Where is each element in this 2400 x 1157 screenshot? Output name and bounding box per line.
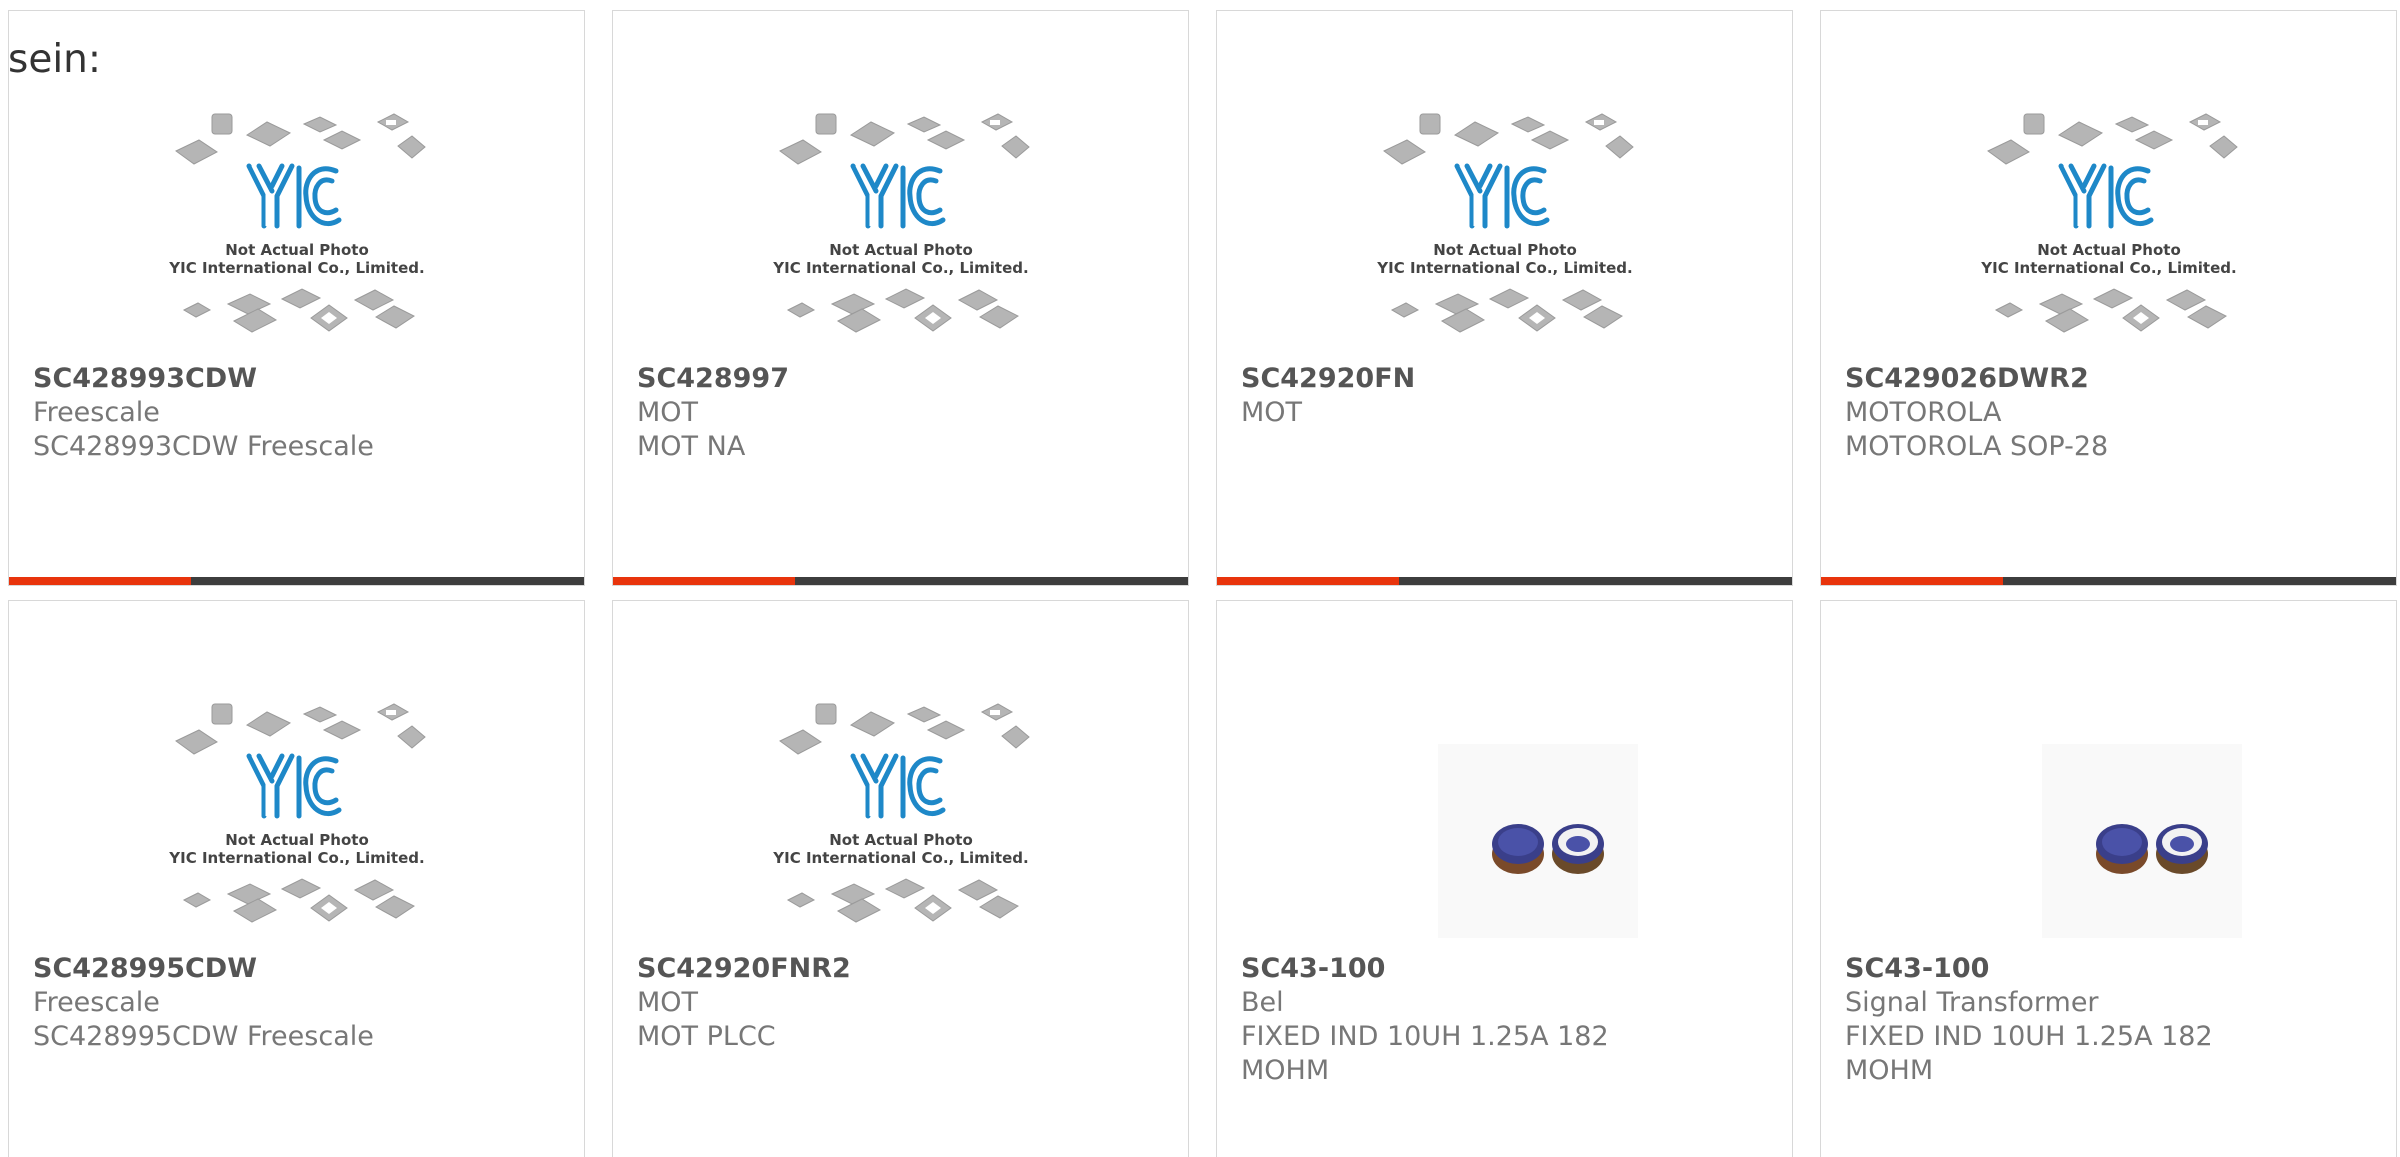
manufacturer: MOT — [1241, 397, 1303, 428]
placeholder-line2: YIC International Co., Limited. — [772, 259, 1028, 277]
placeholder-line1: Not Actual Photo — [1433, 241, 1577, 259]
placeholder-line2: YIC International Co., Limited. — [168, 259, 424, 277]
placeholder-line2: YIC International Co., Limited. — [1980, 259, 2236, 277]
product-card[interactable]: SC43-100 Bel FIXED IND 10UH 1.25A 182 MOHM — [1216, 600, 1793, 1157]
manufacturer: Bel — [1241, 987, 1284, 1018]
part-number[interactable]: SC43-100 — [1241, 952, 1772, 986]
card-accent-bar — [613, 577, 795, 585]
part-number[interactable]: SC43-100 — [1845, 952, 2376, 986]
product-description: SC428993CDW Freescale — [33, 431, 374, 462]
product-description: FIXED IND 10UH 1.25A 182 MOHM — [1845, 1021, 2213, 1086]
placeholder-image: Not Actual Photo YIC International Co., … — [1376, 113, 1634, 333]
product-thumbnail[interactable]: Not Actual Photo YIC International Co., … — [768, 686, 1034, 938]
product-info: SC429026DWR2 MOTOROLA MOTOROLA SOP-28 — [1845, 362, 2376, 464]
card-accent-bar — [9, 577, 191, 585]
placeholder-line1: Not Actual Photo — [225, 831, 369, 849]
placeholder-line1: Not Actual Photo — [2037, 241, 2181, 259]
card-bottom-bar — [1821, 577, 2396, 585]
placeholder-line1: Not Actual Photo — [829, 831, 973, 849]
product-description: MOTOROLA SOP-28 — [1845, 431, 2109, 462]
placeholder-line2: YIC International Co., Limited. — [168, 849, 424, 867]
product-thumbnail[interactable]: Not Actual Photo YIC International Co., … — [164, 96, 430, 348]
part-number[interactable]: SC42920FN — [1241, 362, 1772, 396]
placeholder-line2: YIC International Co., Limited. — [1376, 259, 1632, 277]
manufacturer: Freescale — [33, 397, 160, 428]
placeholder-line1: Not Actual Photo — [829, 241, 973, 259]
part-number[interactable]: SC428993CDW — [33, 362, 564, 396]
part-number[interactable]: SC428997 — [637, 362, 1168, 396]
product-card[interactable]: Not Actual Photo YIC International Co., … — [612, 10, 1189, 586]
placeholder-image: Not Actual Photo YIC International Co., … — [168, 703, 426, 923]
product-card[interactable]: Not Actual Photo YIC International Co., … — [1216, 10, 1793, 586]
product-thumbnail[interactable]: Not Actual Photo YIC International Co., … — [164, 686, 430, 938]
part-number[interactable]: SC429026DWR2 — [1845, 362, 2376, 396]
card-accent-bar — [1821, 577, 2003, 585]
product-thumbnail[interactable]: Not Actual Photo YIC International Co., … — [1372, 96, 1638, 348]
part-number[interactable]: SC42920FNR2 — [637, 952, 1168, 986]
inductor-image — [1438, 744, 1638, 944]
card-bottom-bar — [613, 577, 1188, 585]
product-thumbnail[interactable] — [1976, 686, 2242, 944]
manufacturer: Signal Transformer — [1845, 987, 2099, 1018]
product-info: SC428997 MOT MOT NA — [637, 362, 1168, 464]
product-thumbnail[interactable] — [1372, 686, 1638, 944]
product-card[interactable]: Not Actual Photo YIC International Co., … — [8, 10, 585, 586]
placeholder-line2: YIC International Co., Limited. — [772, 849, 1028, 867]
product-info: SC428995CDW Freescale SC428995CDW Freescal… — [33, 952, 564, 1054]
product-thumbnail[interactable]: Not Actual Photo YIC International Co., … — [1976, 96, 2242, 348]
intro-text: sein: — [8, 37, 102, 82]
product-info: SC42920FN MOT — [1241, 362, 1772, 430]
product-card[interactable]: Not Actual Photo YIC International Co., … — [1820, 10, 2397, 586]
product-description: MOT PLCC — [637, 1021, 776, 1052]
manufacturer: MOT — [637, 987, 699, 1018]
product-description: FIXED IND 10UH 1.25A 182 MOHM — [1241, 1021, 1609, 1086]
card-accent-bar — [1217, 577, 1399, 585]
part-number[interactable]: SC428995CDW — [33, 952, 564, 986]
manufacturer: Freescale — [33, 987, 160, 1018]
product-description: MOT NA — [637, 431, 746, 462]
card-bottom-bar — [9, 577, 584, 585]
product-thumbnail[interactable]: Not Actual Photo YIC International Co., … — [768, 96, 1034, 348]
placeholder-image: Not Actual Photo YIC International Co., … — [772, 113, 1030, 333]
placeholder-image: Not Actual Photo YIC International Co., … — [772, 703, 1030, 923]
card-bottom-bar — [1217, 577, 1792, 585]
product-card[interactable]: Not Actual Photo YIC International Co., … — [612, 600, 1189, 1157]
product-grid-page: sein: Not Actual Photo YIC International… — [0, 0, 2400, 1157]
manufacturer: MOTOROLA — [1845, 397, 2002, 428]
product-info: SC42920FNR2 MOT MOT PLCC — [637, 952, 1168, 1054]
product-info: SC43-100 Signal Transformer FIXED IND 10UH… — [1845, 952, 2376, 1088]
manufacturer: MOT — [637, 397, 699, 428]
placeholder-image: Not Actual Photo YIC International Co., … — [168, 113, 426, 333]
placeholder-line1: Not Actual Photo — [225, 241, 369, 259]
product-info: SC43-100 Bel FIXED IND 10UH 1.25A 182 MOHM — [1241, 952, 1772, 1088]
inductor-image — [2042, 744, 2242, 944]
product-card[interactable]: SC43-100 Signal Transformer FIXED IND 10UH… — [1820, 600, 2397, 1157]
product-info: SC428993CDW Freescale SC428993CDW Freescal… — [33, 362, 564, 464]
product-card[interactable]: Not Actual Photo YIC International Co., … — [8, 600, 585, 1157]
placeholder-image: Not Actual Photo YIC International Co., … — [1980, 113, 2238, 333]
product-description: SC428995CDW Freescale — [33, 1021, 374, 1052]
